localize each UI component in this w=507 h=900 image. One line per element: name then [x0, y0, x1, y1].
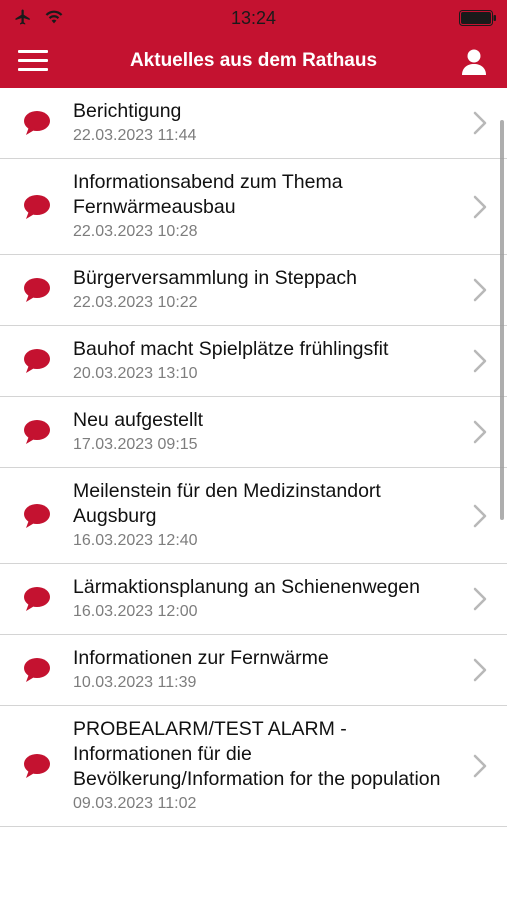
- navigation-bar: Aktuelles aus dem Rathaus: [0, 36, 507, 88]
- list-item[interactable]: Bürgerversammlung in Steppach 22.03.2023 …: [0, 255, 507, 326]
- list-item-date: 16.03.2023 12:40: [73, 532, 198, 549]
- list-item-text: Bauhof macht Spielplätze frühlingsfit 20.…: [73, 326, 463, 396]
- battery-icon: [459, 10, 496, 26]
- list-item[interactable]: Lärmaktionsplanung an Schienenwegen 16.03…: [0, 564, 507, 635]
- speech-bubble-icon: [24, 111, 50, 135]
- list-item-title: Informationsabend zum Thema Fernwärmeaus…: [73, 171, 343, 218]
- chevron-right-icon: [473, 111, 487, 135]
- list-item-text: Informationen zur Fernwärme 10.03.2023 11…: [73, 635, 463, 705]
- list-item-date: 22.03.2023 10:22: [73, 294, 198, 311]
- list-item-date: 09.03.2023 11:02: [73, 795, 197, 812]
- list-item-title: Neu aufgestellt: [73, 409, 204, 431]
- speech-bubble-icon: [24, 420, 50, 444]
- list-item-title: Bürgerversammlung in Steppach: [73, 267, 357, 289]
- speech-bubble-icon: [24, 278, 50, 302]
- speech-bubble-icon: [24, 349, 50, 373]
- list-item-text: Neu aufgestellt 17.03.2023 09:15: [73, 397, 463, 467]
- speech-bubble-icon: [24, 587, 50, 611]
- list-item-title: Bauhof macht Spielplätze frühlingsfit: [73, 338, 389, 360]
- list-item[interactable]: PROBEALARM/TEST ALARM - Informationen fü…: [0, 706, 507, 827]
- scrollbar[interactable]: [500, 120, 504, 520]
- speech-bubble-icon: [24, 658, 50, 682]
- list-item-title: Meilenstein für den Medizinstandort Augs…: [73, 480, 381, 527]
- list-item-date: 10.03.2023 11:39: [73, 674, 197, 691]
- list-item-date: 16.03.2023 12:00: [73, 603, 198, 620]
- list-item-title: Informationen zur Fernwärme: [73, 647, 329, 669]
- chevron-right-icon: [473, 349, 487, 373]
- user-icon[interactable]: [461, 48, 487, 76]
- chevron-right-icon: [473, 587, 487, 611]
- list-item-text: Berichtigung 22.03.2023 11:44: [73, 88, 463, 158]
- list-item-date: 20.03.2023 13:10: [73, 365, 198, 382]
- list-item[interactable]: Berichtigung 22.03.2023 11:44: [0, 88, 507, 159]
- chevron-right-icon: [473, 658, 487, 682]
- news-list: Berichtigung 22.03.2023 11:44 Informations…: [0, 88, 507, 827]
- list-item-title: PROBEALARM/TEST ALARM - Informationen fü…: [73, 718, 441, 790]
- list-item-text: Lärmaktionsplanung an Schienenwegen 16.03…: [73, 564, 463, 634]
- list-item-title: Berichtigung: [73, 100, 182, 122]
- speech-bubble-icon: [24, 194, 50, 219]
- list-item-date: 22.03.2023 11:44: [73, 127, 197, 144]
- chevron-right-icon: [473, 504, 487, 527]
- speech-bubble-icon: [24, 754, 50, 778]
- list-item[interactable]: Meilenstein für den Medizinstandort Augs…: [0, 468, 507, 564]
- chevron-right-icon: [473, 420, 487, 444]
- list-item-text: Informationsabend zum Thema Fernwärmeaus…: [73, 159, 463, 254]
- list-item-text: Bürgerversammlung in Steppach 22.03.2023 …: [73, 255, 463, 325]
- list-item[interactable]: Neu aufgestellt 17.03.2023 09:15: [0, 397, 507, 468]
- chevron-right-icon: [473, 195, 487, 218]
- page-title: Aktuelles aus dem Rathaus: [129, 50, 378, 71]
- list-item[interactable]: Informationsabend zum Thema Fernwärmeaus…: [0, 159, 507, 255]
- list-item-date: 17.03.2023 09:15: [73, 436, 198, 453]
- list-item-title: Lärmaktionsplanung an Schienenwegen: [73, 576, 420, 598]
- chevron-right-icon: [473, 754, 487, 778]
- speech-bubble-icon: [24, 503, 50, 528]
- list-item-text: PROBEALARM/TEST ALARM - Informationen fü…: [73, 706, 463, 826]
- status-bar: 13:24: [0, 0, 507, 36]
- status-time: 13:24: [230, 8, 277, 28]
- chevron-right-icon: [473, 278, 487, 302]
- list-item[interactable]: Bauhof macht Spielplätze frühlingsfit 20.…: [0, 326, 507, 397]
- list-item[interactable]: Informationen zur Fernwärme 10.03.2023 11…: [0, 635, 507, 706]
- list-item-date: 22.03.2023 10:28: [73, 223, 198, 240]
- list-item-text: Meilenstein für den Medizinstandort Augs…: [73, 468, 463, 563]
